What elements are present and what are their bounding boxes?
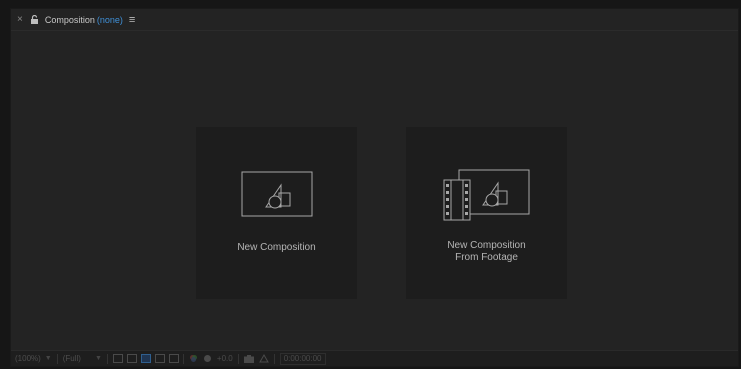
mask-visibility-icon[interactable]: [154, 354, 165, 363]
snapshot-camera-icon[interactable]: [243, 353, 254, 365]
new-composition-from-footage-button[interactable]: New Composition From Footage: [406, 127, 567, 299]
new-composition-label: New Composition: [237, 242, 316, 253]
magnification-dropdown[interactable]: (100%) ▼: [15, 353, 52, 365]
resolution-dropdown[interactable]: (Full) ▼: [63, 353, 102, 365]
exposure-value[interactable]: +0.0: [217, 353, 233, 365]
new-from-footage-label: New Composition From Footage: [406, 240, 567, 264]
close-icon[interactable]: ×: [17, 14, 23, 25]
new-from-footage-label-line1: New Composition: [447, 240, 526, 251]
panel-title[interactable]: Composition: [45, 15, 95, 25]
region-of-interest-icon[interactable]: [140, 354, 151, 363]
panel-header: × Composition (none) ≡: [11, 9, 738, 31]
composition-name[interactable]: (none): [97, 15, 123, 25]
toolbar-divider: [56, 353, 58, 364]
new-composition-button[interactable]: New Composition: [196, 127, 357, 299]
color-channel-icon[interactable]: [189, 353, 198, 365]
chevron-down-icon: ▼: [94, 355, 102, 362]
toolbar-divider: [106, 353, 108, 364]
toolbar-divider: [237, 353, 239, 364]
panel-menu-icon[interactable]: ≡: [129, 14, 135, 26]
new-from-footage-label-line2: From Footage: [455, 252, 518, 263]
grid-guides-icon[interactable]: [168, 354, 179, 363]
transparency-grid-icon[interactable]: [126, 354, 137, 363]
lock-icon[interactable]: [30, 15, 39, 24]
composition-from-footage-icon: [443, 169, 530, 221]
viewer-toolbar: (100%) ▼ (Full) ▼ +0.0 0:00:00:00: [11, 350, 738, 366]
chevron-down-icon: ▼: [44, 355, 52, 362]
composition-viewer: New Composition New Composition From Foo…: [11, 32, 738, 350]
app-window: × Composition (none) ≡ New Composition N…: [0, 0, 741, 369]
resolution-value: (Full): [62, 354, 81, 363]
toolbar-divider: [273, 353, 275, 364]
toolbar-divider: [182, 353, 184, 364]
show-snapshot-icon[interactable]: [258, 353, 269, 365]
magnification-value: (100%): [15, 354, 41, 363]
composition-panel: × Composition (none) ≡ New Composition N…: [10, 8, 739, 367]
timecode-display[interactable]: 0:00:00:00: [279, 352, 326, 365]
exposure-icon[interactable]: [203, 353, 212, 365]
composition-icon: [241, 171, 313, 217]
fast-previews-icon[interactable]: [112, 354, 123, 363]
